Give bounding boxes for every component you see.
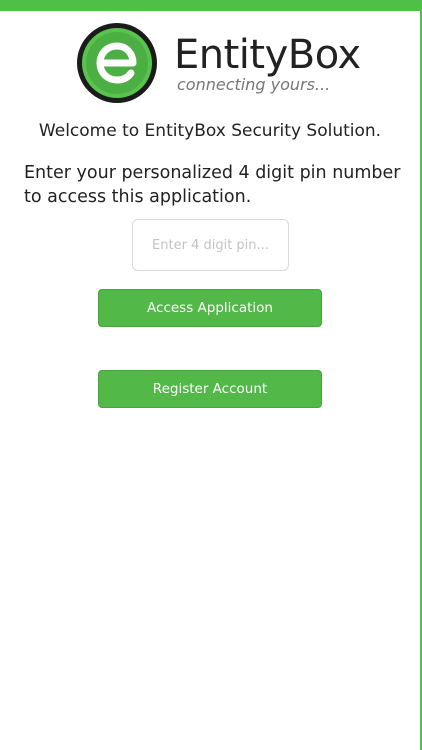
access-application-button[interactable]: Access Application: [98, 289, 322, 327]
top-accent-bar: [0, 0, 420, 11]
entitybox-e-logo-icon: [77, 23, 157, 103]
register-account-button[interactable]: Register Account: [98, 370, 322, 408]
entitybox-logo: EntityBox connecting yours...: [76, 22, 361, 106]
brand-name: EntityBox: [174, 32, 361, 78]
brand-tagline: connecting yours...: [177, 75, 331, 94]
pin-instructions: Enter your personalized 4 digit pin numb…: [24, 163, 401, 207]
pin-input[interactable]: [132, 219, 289, 271]
welcome-message: Welcome to EntityBox Security Solution.: [38, 121, 382, 141]
login-screen: EntityBox connecting yours... Welcome to…: [0, 0, 422, 750]
